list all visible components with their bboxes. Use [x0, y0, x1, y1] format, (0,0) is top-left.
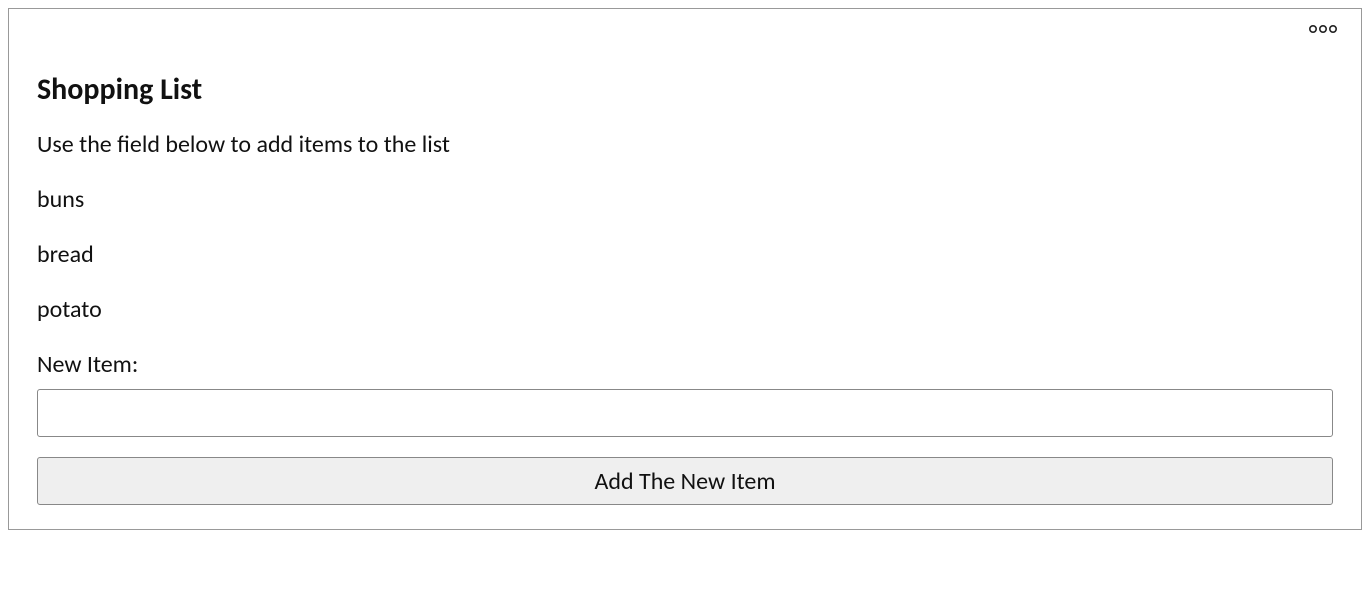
shopping-list-card: Shopping List Use the field below to add… — [8, 8, 1362, 530]
card-title: Shopping List — [37, 71, 1333, 108]
items-list: buns bread potato — [37, 185, 1333, 324]
new-item-input[interactable] — [37, 389, 1333, 437]
new-item-label: New Item: — [37, 350, 1333, 379]
add-item-button[interactable]: Add The New Item — [37, 457, 1333, 505]
card-description: Use the field below to add items to the … — [37, 130, 1333, 159]
more-horizontal-icon — [1307, 23, 1339, 35]
more-options-button[interactable] — [1307, 23, 1339, 35]
list-item: potato — [37, 295, 1333, 324]
list-item: bread — [37, 240, 1333, 269]
list-item: buns — [37, 185, 1333, 214]
